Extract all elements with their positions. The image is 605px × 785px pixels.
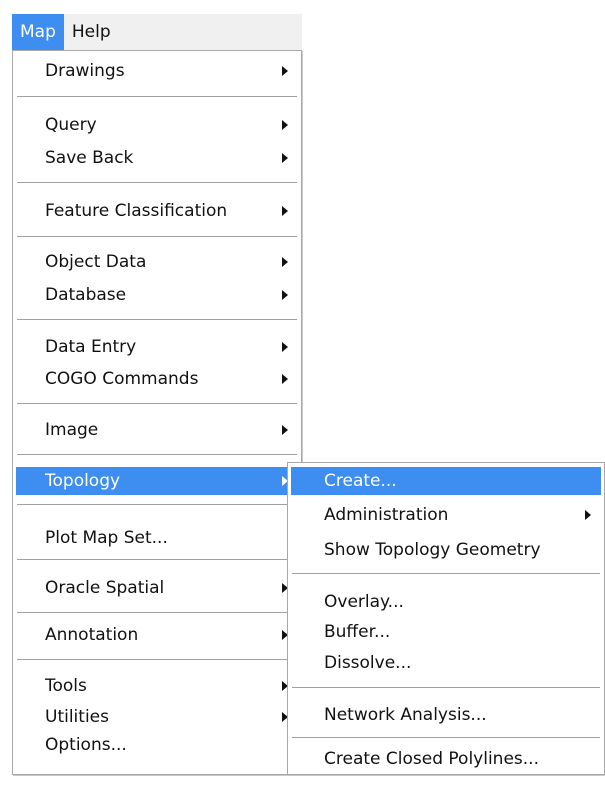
menu-item-options[interactable]: Options...	[16, 731, 298, 759]
map-menu: Drawings Query Save Back Feature Classif…	[12, 50, 302, 775]
menu-item-oracle-spatial[interactable]: Oracle Spatial	[16, 574, 298, 602]
menu-item-utilities[interactable]: Utilities	[16, 703, 298, 731]
menu-separator	[292, 687, 600, 689]
menu-separator	[17, 659, 297, 661]
menu-item-label: Dissolve...	[324, 653, 412, 673]
menu-item-plot-map-set[interactable]: Plot Map Set...	[16, 524, 298, 552]
menu-item-label: Network Analysis...	[324, 705, 487, 725]
menu-item-buffer[interactable]: Buffer...	[291, 618, 601, 646]
submenu-arrow-icon	[282, 342, 288, 352]
menu-item-object-data[interactable]: Object Data	[16, 248, 298, 276]
menu-item-label: Object Data	[45, 252, 147, 272]
menu-item-administration[interactable]: Administration	[291, 501, 601, 529]
menu-item-label: Image	[45, 420, 99, 440]
menu-item-drawings[interactable]: Drawings	[16, 57, 298, 85]
menu-separator	[17, 559, 297, 561]
menu-item-label: Administration	[324, 505, 449, 525]
menu-item-label: Oracle Spatial	[45, 578, 165, 598]
menu-separator	[17, 319, 297, 321]
menu-item-create[interactable]: Create...	[291, 467, 601, 495]
menu-separator	[17, 612, 297, 614]
menu-item-label: Create Closed Polylines...	[324, 749, 539, 769]
menubar-item-map[interactable]: Map	[12, 14, 64, 50]
menu-item-overlay[interactable]: Overlay...	[291, 588, 601, 616]
menu-item-label: Data Entry	[45, 337, 137, 357]
menu-item-label: Query	[45, 115, 97, 135]
menu-item-label: Options...	[45, 735, 127, 755]
menu-separator	[17, 454, 297, 456]
topology-submenu: Create... Administration Show Topology G…	[287, 462, 605, 775]
menu-item-label: Database	[45, 285, 127, 305]
menu-item-label: Create...	[324, 471, 397, 491]
menu-item-network-analysis[interactable]: Network Analysis...	[291, 701, 601, 729]
menu-separator	[17, 236, 297, 238]
menu-separator	[17, 182, 297, 184]
menu-item-label: Plot Map Set...	[45, 528, 168, 548]
menu-item-database[interactable]: Database	[16, 281, 298, 309]
menu-separator	[17, 403, 297, 405]
menu-item-cogo-commands[interactable]: COGO Commands	[16, 365, 298, 393]
menu-item-create-closed-polylines[interactable]: Create Closed Polylines...	[291, 745, 601, 773]
submenu-arrow-icon	[282, 425, 288, 435]
menubar-item-help[interactable]: Help	[64, 14, 119, 50]
menu-item-show-topology-geometry[interactable]: Show Topology Geometry	[291, 536, 601, 564]
menu-item-image[interactable]: Image	[16, 416, 298, 444]
menu-bar: Map Help	[12, 14, 302, 50]
submenu-arrow-icon	[282, 374, 288, 384]
menu-item-label: Topology	[45, 471, 121, 491]
menu-item-label: Annotation	[45, 625, 139, 645]
submenu-arrow-icon	[282, 257, 288, 267]
menu-item-data-entry[interactable]: Data Entry	[16, 333, 298, 361]
menu-item-query[interactable]: Query	[16, 111, 298, 139]
menu-item-label: Show Topology Geometry	[324, 540, 541, 560]
menu-item-save-back[interactable]: Save Back	[16, 144, 298, 172]
menu-item-annotation[interactable]: Annotation	[16, 621, 298, 649]
menu-item-topology[interactable]: Topology	[16, 467, 298, 495]
submenu-arrow-icon	[282, 120, 288, 130]
menu-separator	[292, 573, 600, 575]
menu-item-label: Tools	[45, 676, 87, 696]
menu-item-label: Overlay...	[324, 592, 404, 612]
submenu-arrow-icon	[585, 510, 591, 520]
submenu-arrow-icon	[282, 153, 288, 163]
submenu-arrow-icon	[282, 290, 288, 300]
menu-separator	[17, 504, 297, 506]
menu-item-label: Utilities	[45, 707, 109, 727]
menu-item-label: Buffer...	[324, 622, 391, 642]
submenu-arrow-icon	[282, 206, 288, 216]
menu-separator	[292, 737, 600, 739]
menu-item-dissolve[interactable]: Dissolve...	[291, 649, 601, 677]
menu-item-label: Save Back	[45, 148, 134, 168]
menu-item-label: Feature Classification	[45, 201, 228, 221]
menu-item-tools[interactable]: Tools	[16, 672, 298, 700]
menu-item-label: COGO Commands	[45, 369, 199, 389]
menu-item-feature-classification[interactable]: Feature Classification	[16, 197, 298, 225]
menu-item-label: Drawings	[45, 61, 125, 81]
submenu-arrow-icon	[282, 66, 288, 76]
menu-separator	[17, 96, 297, 98]
